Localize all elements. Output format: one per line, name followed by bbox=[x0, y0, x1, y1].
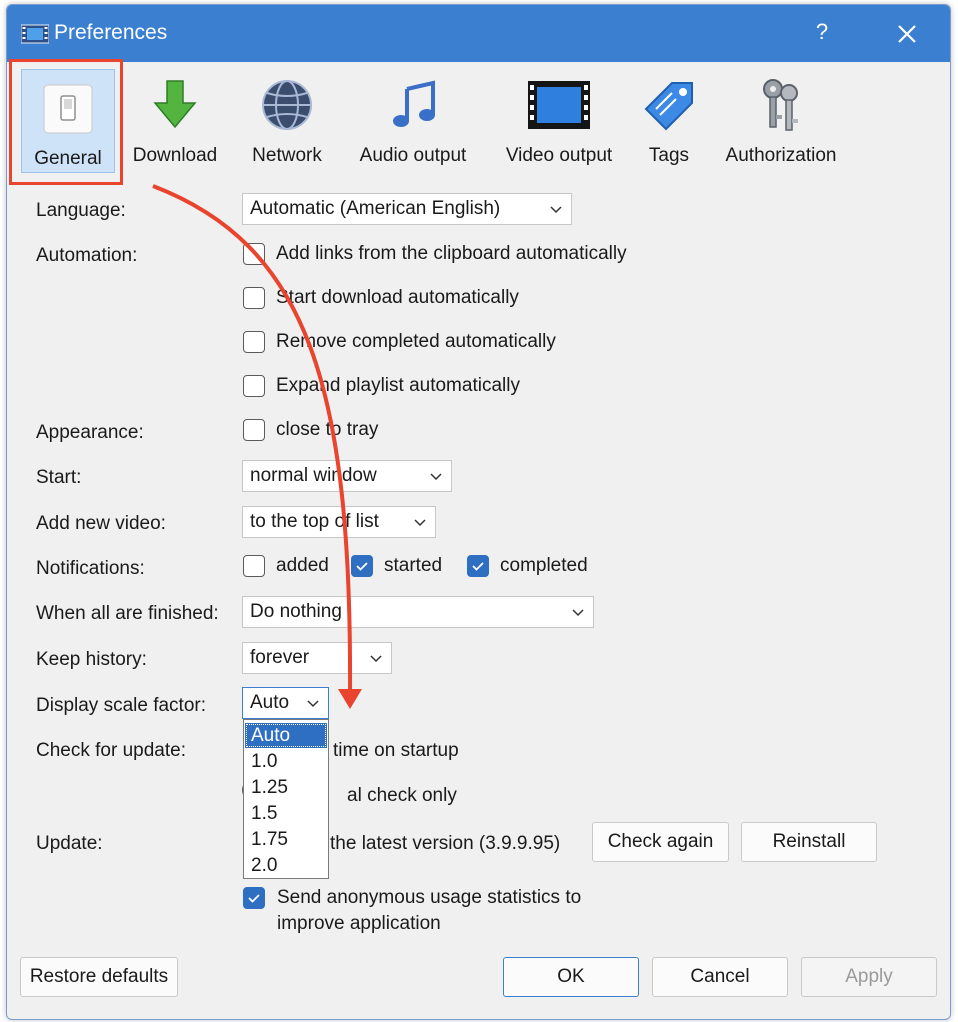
tab-video-output-label: Video output bbox=[505, 145, 613, 166]
appearance-label: Appearance: bbox=[36, 422, 144, 443]
when-finished-select[interactable]: Do nothing bbox=[242, 596, 594, 628]
scale-option-1-75[interactable]: 1.75 bbox=[245, 827, 327, 852]
notify-added-checkbox[interactable] bbox=[243, 555, 265, 577]
start-label: Start: bbox=[36, 467, 82, 488]
language-value: Automatic (American English) bbox=[250, 198, 501, 219]
tab-tags-label: Tags bbox=[648, 145, 690, 166]
tab-network[interactable]: Network bbox=[239, 65, 335, 175]
start-select[interactable]: normal window bbox=[242, 460, 452, 492]
check-again-button[interactable]: Check again bbox=[592, 822, 729, 862]
restore-defaults-button[interactable]: Restore defaults bbox=[20, 957, 178, 997]
notify-started-text: started bbox=[384, 555, 443, 576]
keys-icon bbox=[763, 79, 798, 131]
auto-expand-checkbox[interactable] bbox=[243, 375, 265, 397]
tab-video-output[interactable]: Video output bbox=[497, 65, 621, 175]
display-scale-value: Auto bbox=[250, 692, 290, 713]
globe-icon bbox=[262, 80, 312, 130]
check-update-option1[interactable]: time on startup bbox=[333, 740, 459, 762]
display-scale-select[interactable]: Auto bbox=[242, 687, 329, 719]
check-update-option2[interactable]: al check only bbox=[347, 785, 457, 807]
tab-audio-output-label: Audio output bbox=[359, 145, 467, 166]
chevron-down-icon bbox=[572, 609, 584, 617]
window-title: Preferences bbox=[54, 21, 168, 44]
close-icon[interactable] bbox=[890, 17, 924, 51]
chevron-down-icon bbox=[550, 206, 562, 214]
notifications-label: Notifications: bbox=[36, 558, 145, 579]
chevron-down-icon bbox=[430, 473, 442, 481]
auto-remove-checkbox[interactable] bbox=[243, 331, 265, 353]
tab-network-label: Network bbox=[252, 145, 322, 166]
auto-remove-text: Remove completed automatically bbox=[276, 331, 556, 352]
title-bar: Preferences ? bbox=[7, 5, 950, 62]
auto-clipboard-checkbox[interactable] bbox=[243, 243, 265, 265]
language-select[interactable]: Automatic (American English) bbox=[242, 193, 572, 225]
display-scale-label: Display scale factor: bbox=[36, 695, 207, 716]
tab-authorization[interactable]: Authorization bbox=[717, 65, 845, 175]
start-value: normal window bbox=[250, 465, 377, 486]
when-finished-value: Do nothing bbox=[250, 601, 342, 622]
close-to-tray-checkbox[interactable] bbox=[243, 419, 265, 441]
add-new-video-select[interactable]: to the top of list bbox=[242, 506, 436, 538]
scale-option-1-5[interactable]: 1.5 bbox=[245, 801, 327, 826]
chevron-down-icon bbox=[307, 700, 319, 708]
auto-start-text: Start download automatically bbox=[276, 287, 519, 308]
tab-tags[interactable]: Tags bbox=[635, 65, 703, 175]
highlight-box bbox=[9, 59, 123, 185]
scale-option-1-25[interactable]: 1.25 bbox=[245, 775, 327, 800]
when-finished-label: When all are finished: bbox=[36, 603, 219, 624]
notify-completed-checkbox[interactable] bbox=[467, 555, 489, 577]
reinstall-button[interactable]: Reinstall bbox=[741, 822, 877, 862]
checkmark-icon bbox=[247, 893, 260, 903]
chevron-down-icon bbox=[414, 519, 426, 527]
notify-started-checkbox[interactable] bbox=[351, 555, 373, 577]
language-label: Language: bbox=[36, 200, 126, 221]
close-to-tray-text: close to tray bbox=[276, 419, 379, 440]
scale-option-1-0[interactable]: 1.0 bbox=[245, 749, 327, 774]
keep-history-value: forever bbox=[250, 647, 310, 668]
automation-label: Automation: bbox=[36, 245, 138, 266]
keep-history-label: Keep history: bbox=[36, 649, 147, 670]
auto-expand-text: Expand playlist automatically bbox=[276, 375, 520, 396]
display-scale-dropdown: Auto 1.0 1.25 1.5 1.75 2.0 bbox=[243, 719, 329, 879]
tab-download[interactable]: Download bbox=[127, 65, 223, 175]
preferences-dialog: Preferences ? General Download Network A… bbox=[6, 4, 951, 1020]
update-status: the latest version (3.9.9.95) bbox=[330, 833, 561, 854]
ok-button[interactable]: OK bbox=[503, 957, 639, 997]
film-app-icon bbox=[20, 22, 50, 51]
notify-completed-text: completed bbox=[500, 555, 588, 576]
stats-checkbox[interactable] bbox=[243, 887, 265, 909]
chevron-down-icon bbox=[370, 655, 382, 663]
auto-start-checkbox[interactable] bbox=[243, 287, 265, 309]
check-update-label: Check for update: bbox=[36, 740, 186, 761]
scale-option-auto[interactable]: Auto bbox=[245, 723, 327, 748]
tab-authorization-label: Authorization bbox=[725, 145, 837, 166]
stats-text-line2: improve application bbox=[277, 913, 441, 934]
notify-added-text: added bbox=[276, 555, 329, 576]
checkmark-icon bbox=[471, 561, 484, 571]
checkmark-icon bbox=[355, 561, 368, 571]
music-note-icon bbox=[393, 80, 435, 127]
download-arrow-icon bbox=[153, 80, 197, 129]
tag-icon bbox=[644, 82, 693, 131]
tab-download-label: Download bbox=[132, 145, 218, 166]
keep-history-select[interactable]: forever bbox=[242, 642, 392, 674]
help-button[interactable]: ? bbox=[807, 17, 837, 47]
auto-clipboard-text: Add links from the clipboard automatical… bbox=[276, 243, 627, 264]
add-new-video-value: to the top of list bbox=[250, 511, 379, 532]
apply-button[interactable]: Apply bbox=[801, 957, 937, 997]
scale-option-2-0[interactable]: 2.0 bbox=[245, 853, 327, 878]
stats-text-line1: Send anonymous usage statistics to bbox=[277, 887, 582, 908]
film-strip-icon bbox=[528, 81, 590, 129]
update-label: Update: bbox=[36, 833, 103, 854]
add-new-video-label: Add new video: bbox=[36, 513, 166, 534]
cancel-button[interactable]: Cancel bbox=[652, 957, 788, 997]
tab-audio-output[interactable]: Audio output bbox=[351, 65, 475, 175]
